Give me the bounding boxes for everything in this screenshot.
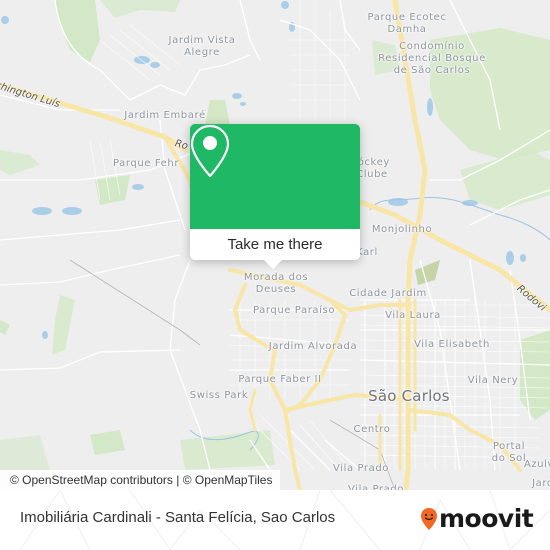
place-label-vila-elisabeth: Vila Elisabeth — [414, 339, 490, 350]
location-popup: Take me there — [190, 124, 360, 269]
moovit-wordmark: moovit — [439, 504, 534, 533]
take-me-there-button[interactable]: Take me there — [190, 229, 360, 260]
place-label-centro: Centro — [353, 424, 391, 435]
place-label-vila-nery: Vila Nery — [467, 375, 519, 386]
attribution-separator: | — [172, 473, 183, 487]
place-label-jardim-embare: Jardim Embaré — [124, 110, 206, 121]
place-title: Imobiliária Cardinali - Santa Felícia, S… — [20, 509, 336, 526]
openmaptiles-attribution-link[interactable]: © OpenMapTiles — [183, 473, 273, 487]
place-label-monjolinho: Monjolinho — [371, 224, 433, 235]
place-label-parque-paraiso: Parque Paraíso — [252, 305, 336, 316]
place-label-jardim-alvorada: Jardim Alvorada — [268, 341, 358, 352]
place-label-parque-ecotec-damha: Parque Ecotec Damha — [367, 12, 447, 35]
popup-header — [190, 124, 360, 229]
place-label-jardim-vista-alegre: Jardim Vista Alegre — [168, 35, 236, 58]
place-label-sao-carlos: São Carlos — [368, 387, 450, 405]
place-label-cidade-jardim: Cidade Jardim — [349, 288, 427, 299]
popup-pointer — [264, 260, 282, 269]
place-label-jardim-se: Jard — [532, 478, 550, 489]
osm-attribution-link[interactable]: © OpenStreetMap contributors — [10, 473, 173, 487]
place-label-condominio-bosque: Condomínio Residencial Bosque de São Car… — [378, 41, 486, 76]
place-label-morada-dos-deuses: Morada dos Deuses — [243, 272, 309, 295]
moovit-logo[interactable]: moovit — [420, 504, 534, 534]
map-pin-icon — [190, 124, 230, 178]
moovit-pin-smile-icon — [421, 508, 437, 530]
map-attribution: © OpenStreetMap contributors | © OpenMap… — [0, 470, 281, 490]
place-label-parque-fehr: Parque Fehr — [112, 158, 180, 169]
place-label-swiss-park: Swiss Park — [189, 390, 249, 401]
place-label-vila-prado: Vila Prado — [332, 463, 390, 474]
map-canvas[interactable]: Jardim Vista Alegre Parque Ecotec Damha … — [0, 0, 550, 490]
place-label-parque-faber-ii: Parque Faber II — [238, 374, 322, 385]
place-label-vila-laura: Vila Laura — [385, 310, 441, 321]
footer: Imobiliária Cardinali - Santa Felícia, S… — [0, 490, 550, 550]
place-label-azulville: Azulv — [523, 459, 550, 470]
